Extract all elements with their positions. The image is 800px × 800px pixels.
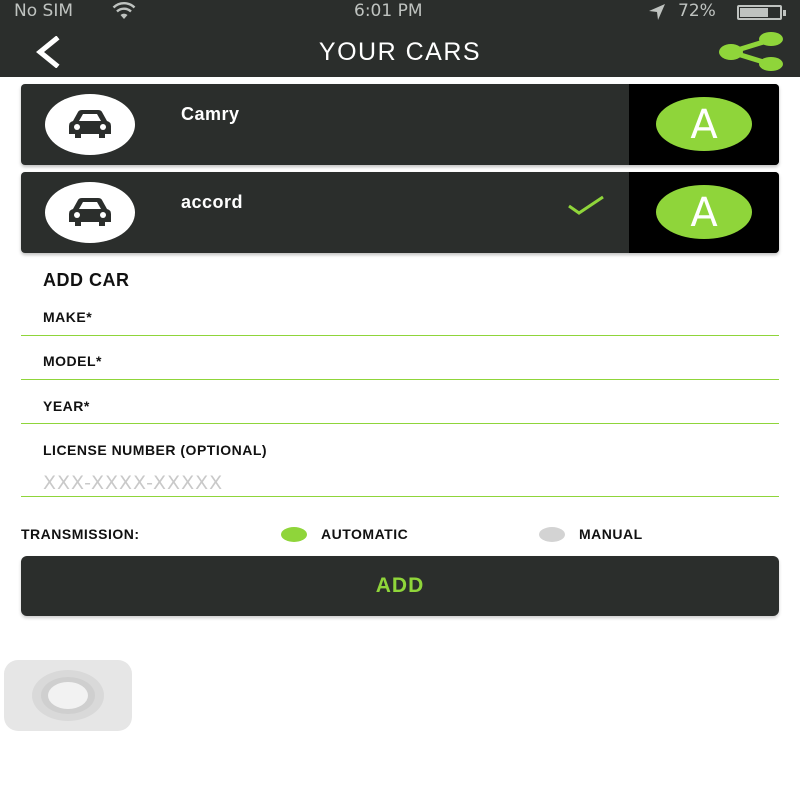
share-icon [719,32,783,71]
assistive-ring [48,682,88,709]
car-list-item[interactable]: Camry A [21,84,779,165]
model-field: MODEL* [21,340,779,380]
add-button[interactable]: ADD [21,556,779,616]
license-label: LICENSE NUMBER (OPTIONAL) [43,442,268,458]
car-icon [69,198,111,226]
car-name: accord [181,192,244,212]
radio-selected-icon [281,527,307,542]
automatic-label: AUTOMATIC [321,526,409,542]
battery-nub [783,10,786,16]
automatic-radio[interactable]: AUTOMATIC [281,522,451,546]
make-field: MAKE* [21,296,779,336]
car-list-item[interactable]: accord A [21,172,779,253]
license-field: LICENSE NUMBER (OPTIONAL) [21,428,779,497]
status-time: 6:01 PM [354,1,423,21]
transmission-label: TRANSMISSION: [21,526,140,542]
car-name: Camry [181,104,240,124]
wifi-icon [112,2,136,19]
car-icon [69,110,111,138]
car-avatar [45,94,135,155]
assistive-touch-button[interactable] [4,660,132,731]
battery-icon [737,5,782,20]
car-avatar [45,182,135,243]
transmission-badge: A [656,185,752,239]
checkmark-icon [568,195,604,215]
add-car-heading: ADD CAR [43,270,130,290]
license-input[interactable] [43,470,743,496]
carrier-label: No SIM [14,1,73,21]
manual-label: MANUAL [579,526,643,542]
make-input[interactable] [43,306,743,332]
transmission-row: TRANSMISSION: AUTOMATIC MANUAL [0,522,800,546]
model-input[interactable] [43,350,743,376]
location-arrow-icon [649,4,665,20]
app-header: No SIM 6:01 PM 72% YOUR CARS [0,0,800,77]
share-button[interactable] [716,32,786,72]
page-title: YOUR CARS [318,38,482,66]
battery-percent: 72% [678,1,716,21]
status-bar: No SIM 6:01 PM 72% [0,0,800,24]
transmission-indicator: A [629,172,779,253]
transmission-indicator: A [629,84,779,165]
radio-unselected-icon [539,527,565,542]
transmission-badge: A [656,97,752,151]
manual-radio[interactable]: MANUAL [539,522,679,546]
year-input[interactable] [43,394,743,420]
year-field: YEAR* [21,384,779,424]
